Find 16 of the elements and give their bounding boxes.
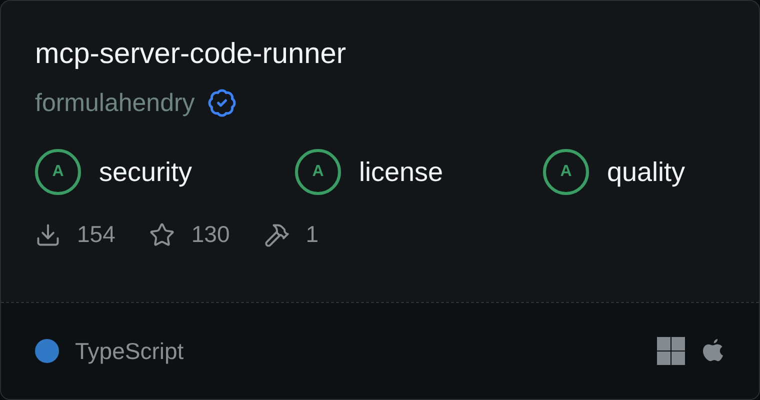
windows-icon — [657, 337, 685, 365]
star-icon — [149, 222, 176, 248]
stat-count: 1 — [306, 221, 319, 248]
server-title: mcp-server-code-runner — [35, 37, 348, 72]
language-label: TypeScript — [75, 338, 185, 364]
stat-count: 154 — [77, 221, 116, 248]
grade-label: license — [359, 156, 444, 188]
grade-badge: A — [295, 149, 341, 195]
grade-label: security — [99, 156, 192, 188]
stat-count: 130 — [191, 221, 230, 248]
author-name: formulahendry — [35, 88, 195, 119]
grade-label: quality — [607, 156, 686, 188]
download-icon — [35, 222, 61, 248]
hammer-icon — [264, 222, 290, 248]
grade-badge: A — [543, 149, 589, 195]
grade-badge: A — [35, 149, 81, 195]
